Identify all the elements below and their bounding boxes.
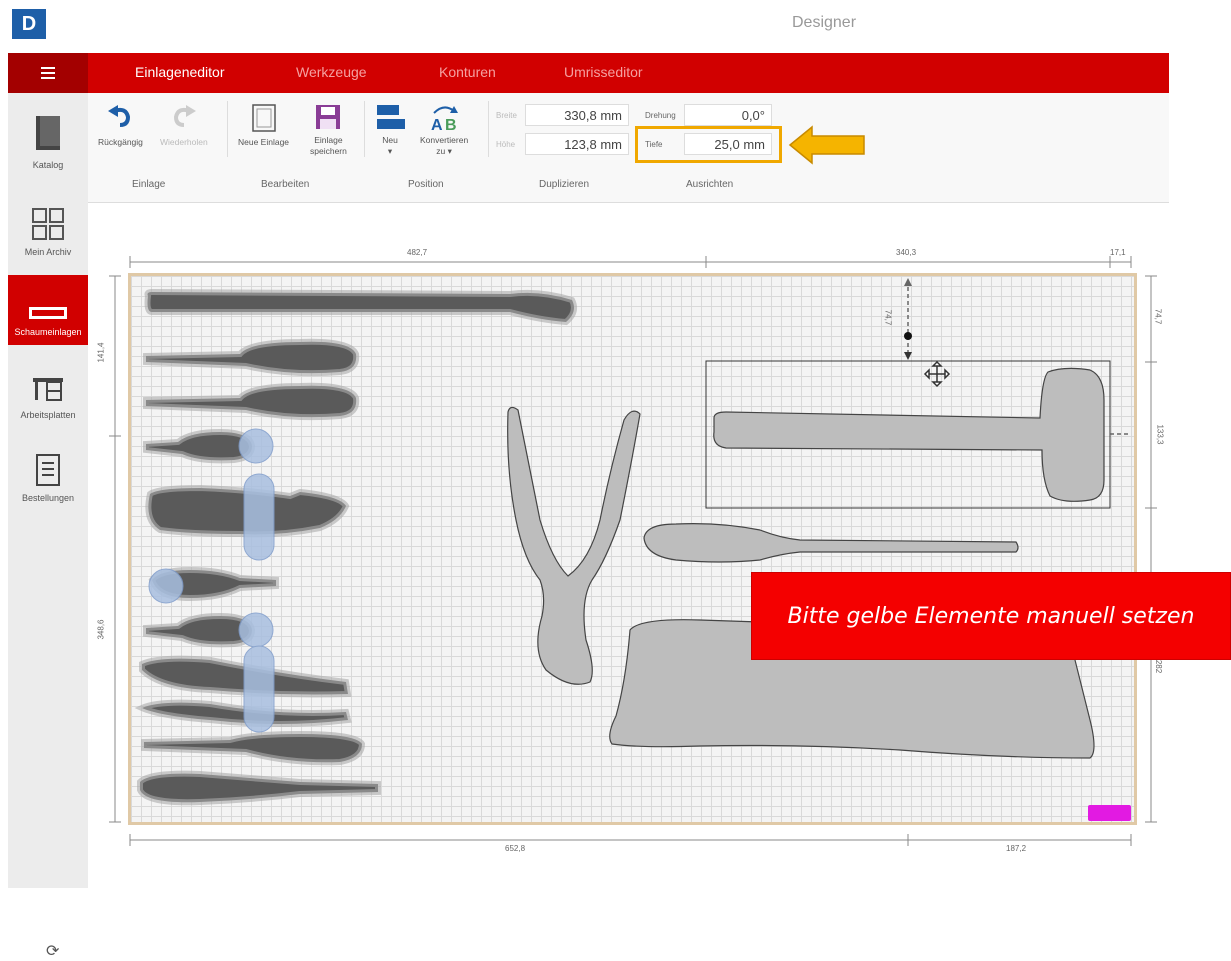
tool-cutout <box>144 288 577 326</box>
tool-cutout <box>141 730 366 766</box>
instruction-note: Bitte gelbe Elemente manuell setzen <box>751 572 1231 660</box>
tool-cutouts <box>134 278 1130 806</box>
finger-hole <box>238 428 274 464</box>
instruction-text: Bitte gelbe Elemente manuell setzen <box>787 603 1195 629</box>
screwdriver-cutout <box>643 523 1019 563</box>
hammer-cutout <box>713 367 1105 502</box>
marker-block[interactable] <box>1088 805 1131 821</box>
tool-cutout <box>143 428 256 464</box>
finger-slot <box>243 645 275 733</box>
finger-hole <box>148 568 184 604</box>
tool-cutout <box>143 338 360 377</box>
tool-cutout <box>143 382 360 421</box>
tool-cutout <box>143 612 256 648</box>
move-cursor-icon <box>923 360 951 388</box>
pliers-cutout <box>507 406 641 685</box>
tool-cutout <box>137 770 381 806</box>
finger-slot <box>243 473 275 561</box>
dim-vertical-offset: 74,7 <box>883 309 893 326</box>
finger-hole <box>238 612 274 648</box>
reload-icon[interactable]: ⟳ <box>46 941 59 961</box>
